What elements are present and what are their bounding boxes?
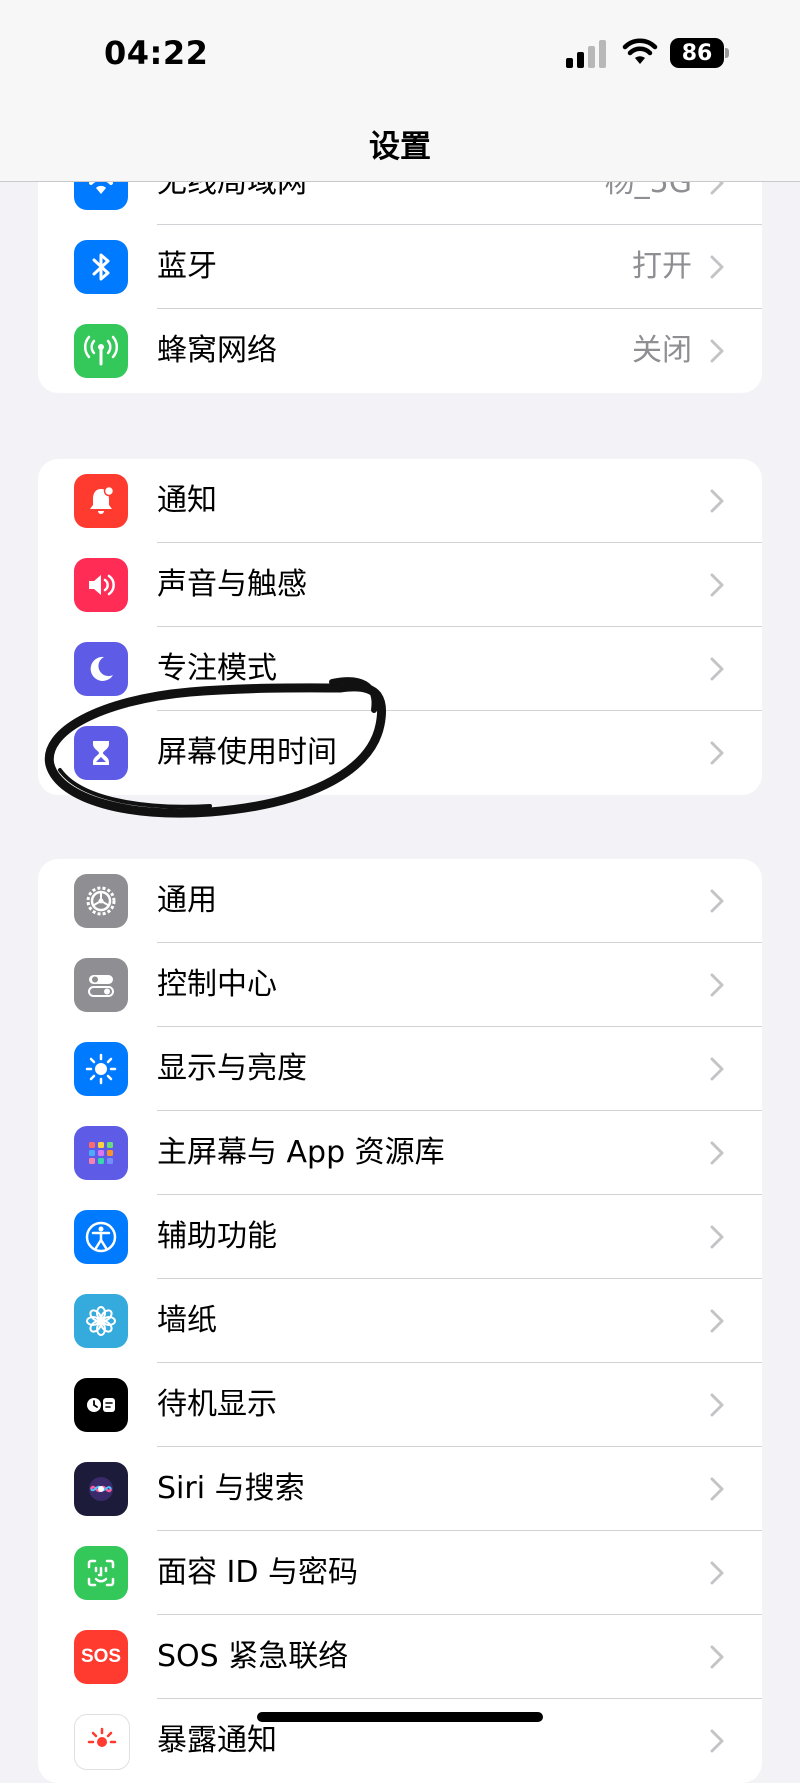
status-time: 04:22: [104, 34, 209, 72]
settings-row-wallpaper[interactable]: 墙纸: [38, 1279, 762, 1363]
chevron-right-icon: [710, 1477, 724, 1501]
settings-row-standby[interactable]: 待机显示: [38, 1363, 762, 1447]
hourglass-icon: [74, 726, 128, 780]
cellular-signal-icon: [566, 40, 606, 68]
settings-row-face-id[interactable]: 面容 ID 与密码: [38, 1531, 762, 1615]
chevron-right-icon: [710, 889, 724, 913]
accessibility-icon: [74, 1210, 128, 1264]
bluetooth-icon: [74, 240, 128, 294]
row-label: SOS 紧急联络: [157, 1639, 349, 1674]
page-title: 设置: [369, 129, 431, 165]
bell-icon: [74, 474, 128, 528]
row-label: 通知: [157, 483, 217, 518]
chevron-right-icon: [710, 1393, 724, 1417]
gear-icon: [74, 874, 128, 928]
siri-icon: [74, 1462, 128, 1516]
navigation-bar: 设置: [0, 105, 800, 182]
app-grid-icon: [74, 1126, 128, 1180]
settings-row-sounds[interactable]: 声音与触感: [38, 543, 762, 627]
row-label: 通用: [157, 883, 217, 918]
chevron-right-icon: [710, 489, 724, 513]
face-id-icon: [74, 1546, 128, 1600]
exposure-icon: [74, 1714, 130, 1770]
row-label: 面容 ID 与密码: [157, 1555, 359, 1590]
row-label: 辅助功能: [157, 1219, 277, 1254]
settings-row-home-screen[interactable]: 主屏幕与 App 资源库: [38, 1111, 762, 1195]
settings-row-focus[interactable]: 专注模式: [38, 627, 762, 711]
sun-icon: [74, 1042, 128, 1096]
chevron-right-icon: [710, 741, 724, 765]
general-group: 通用 控制中心 显示与亮度 主屏幕与 App 资源库 辅助功能 墙纸 待机显示 …: [38, 859, 762, 1783]
chevron-right-icon: [710, 1309, 724, 1333]
toggles-icon: [74, 958, 128, 1012]
status-bar: 04:22 86: [0, 0, 800, 105]
row-label: 专注模式: [157, 651, 277, 686]
row-label: Siri 与搜索: [157, 1471, 305, 1506]
row-value: 关闭: [632, 333, 692, 368]
cellular-antenna-icon: [74, 324, 128, 378]
chevron-right-icon: [710, 339, 724, 363]
settings-row-screen-time[interactable]: 屏幕使用时间: [38, 711, 762, 795]
chevron-right-icon: [710, 1561, 724, 1585]
row-label: 声音与触感: [157, 567, 307, 602]
settings-row-notifications[interactable]: 通知: [38, 459, 762, 543]
row-label: 待机显示: [157, 1387, 277, 1422]
row-label: 屏幕使用时间: [157, 735, 337, 770]
settings-row-cellular[interactable]: 蜂窝网络 关闭: [38, 309, 762, 393]
settings-row-display[interactable]: 显示与亮度: [38, 1027, 762, 1111]
home-indicator[interactable]: [257, 1712, 543, 1722]
row-label: 墙纸: [157, 1303, 217, 1338]
row-label: 主屏幕与 App 资源库: [157, 1135, 445, 1170]
chevron-right-icon: [710, 1645, 724, 1669]
moon-icon: [74, 642, 128, 696]
chevron-right-icon: [710, 657, 724, 681]
row-label: 蓝牙: [157, 249, 217, 284]
chevron-right-icon: [710, 1225, 724, 1249]
chevron-right-icon: [710, 573, 724, 597]
sos-icon-text: SOS: [80, 1646, 122, 1667]
row-value: 打开: [632, 249, 692, 284]
settings-row-bluetooth[interactable]: 蓝牙 打开: [38, 225, 762, 309]
row-label: 蜂窝网络: [157, 333, 277, 368]
sos-icon: SOS: [74, 1630, 128, 1684]
notifications-group: 通知 声音与触感 专注模式 屏幕使用时间: [38, 459, 762, 795]
battery-icon: 86: [670, 38, 730, 68]
settings-row-siri[interactable]: Siri 与搜索: [38, 1447, 762, 1531]
settings-row-general[interactable]: 通用: [38, 859, 762, 943]
chevron-right-icon: [710, 255, 724, 279]
chevron-right-icon: [710, 1141, 724, 1165]
speaker-icon: [74, 558, 128, 612]
battery-level: 86: [670, 38, 724, 68]
settings-row-accessibility[interactable]: 辅助功能: [38, 1195, 762, 1279]
chevron-right-icon: [710, 1729, 724, 1753]
settings-row-control-center[interactable]: 控制中心: [38, 943, 762, 1027]
flower-icon: [74, 1294, 128, 1348]
row-label: 显示与亮度: [157, 1051, 307, 1086]
row-label: 控制中心: [157, 967, 277, 1002]
wifi-status-icon: [622, 38, 658, 64]
chevron-right-icon: [710, 973, 724, 997]
settings-row-emergency-sos[interactable]: SOS SOS 紧急联络: [38, 1615, 762, 1699]
standby-icon: [74, 1378, 128, 1432]
chevron-right-icon: [710, 1057, 724, 1081]
